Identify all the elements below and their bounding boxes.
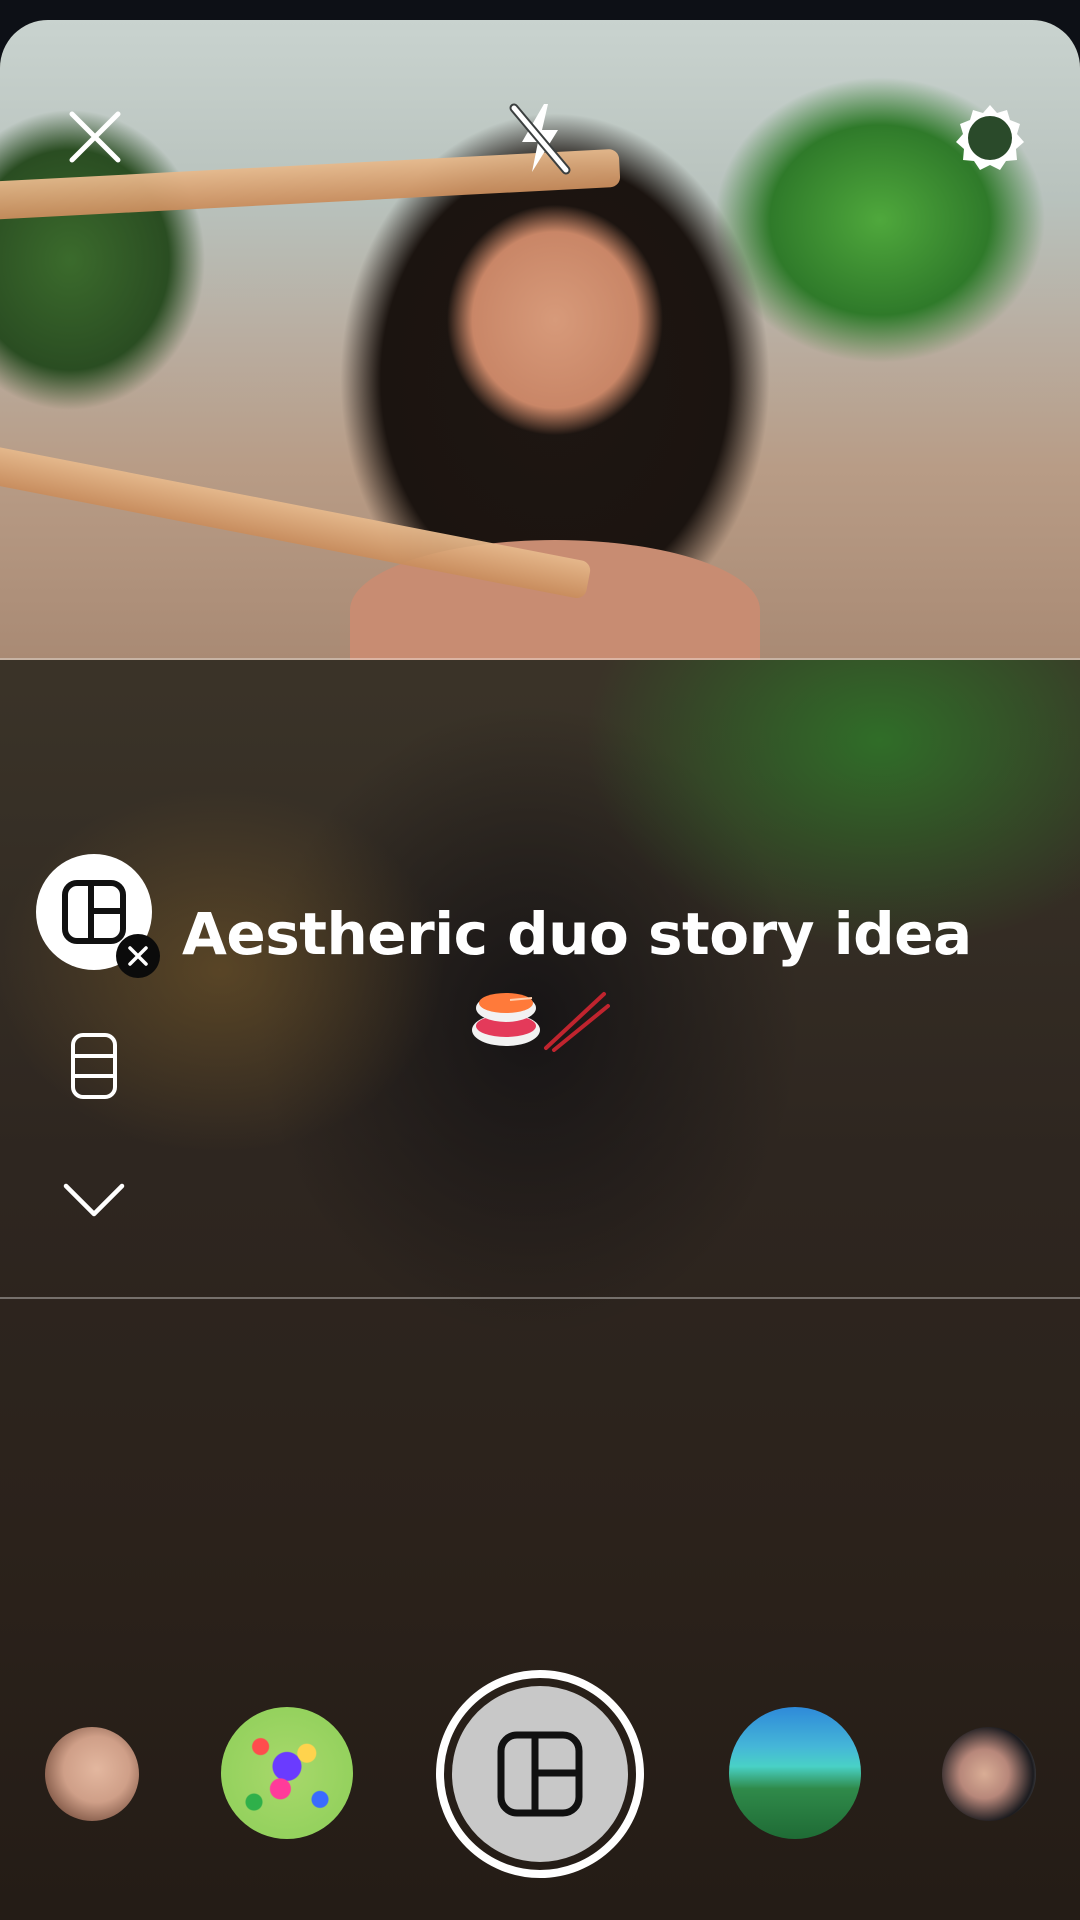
story-title: Aestheric duo story idea [182,900,972,968]
layout-icon [497,1731,583,1817]
shutter-button[interactable] [436,1670,644,1878]
filter-thumbnail-beach[interactable] [729,1707,861,1839]
layout-divider-top [0,658,1080,660]
close-icon [69,111,121,163]
filter-thumbnail-face-2[interactable] [942,1727,1036,1821]
sushi-chopsticks-emoji [472,992,610,1052]
layout-divider-bottom [0,1297,1080,1299]
camera-viewport: Aestheric duo story idea [0,20,1080,1920]
camera-screen: Aestheric duo story idea [0,0,1080,1920]
remove-layout-button[interactable] [116,934,160,978]
settings-button[interactable] [950,98,1030,178]
settings-icon [956,105,1024,170]
status-bar [0,0,1080,20]
grid-icon [71,1033,117,1099]
chopstick-lower [0,440,592,600]
close-icon [128,946,148,966]
chopsticks-icon [544,992,606,1050]
more-tools-button[interactable] [62,1180,126,1220]
layout-icon [62,880,126,944]
flash-toggle-button[interactable] [505,98,575,178]
filter-thumbnail-rainbow[interactable] [221,1707,353,1839]
close-button[interactable] [60,102,130,172]
filter-thumbnail-face-1[interactable] [45,1727,139,1821]
shutter-core [452,1686,628,1862]
grid-layout-button[interactable] [70,1032,118,1100]
flash-off-icon [509,103,571,175]
chevron-down-icon [63,1183,125,1217]
